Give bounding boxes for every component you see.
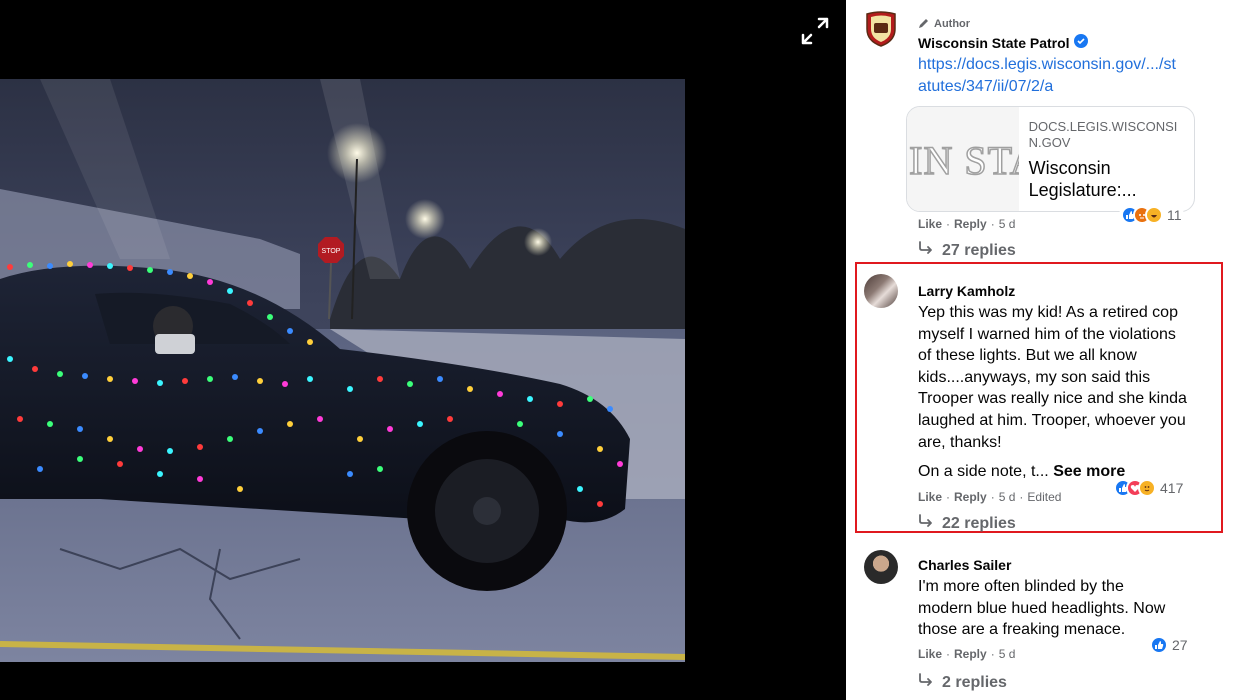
comment-actions: Like · Reply · 5 d (918, 646, 1016, 662)
comments-panel: Author Wisconsin State Patrol https://do… (846, 0, 1239, 700)
comment-text: I'm more often blinded by the modern blu… (918, 578, 1166, 639)
comment-author[interactable]: Larry Kamholz (918, 282, 1188, 300)
edited-label[interactable]: Edited (1027, 489, 1061, 505)
like-button[interactable]: Like (918, 646, 942, 662)
link-preview-domain: DOCS.LEGIS.WISCONSIN.GOV (1028, 119, 1178, 150)
avatar[interactable] (864, 550, 898, 584)
reply-button[interactable]: Reply (954, 216, 987, 232)
reaction-count: 417 (1160, 480, 1184, 496)
comment-actions: Like · Reply · 5 d (918, 216, 1016, 232)
expand-arrows-icon[interactable] (800, 16, 830, 46)
comment-body: Larry Kamholz Yep this was my kid! As a … (918, 282, 1188, 483)
comment-larry-kamholz: Larry Kamholz Yep this was my kid! As a … (846, 262, 1239, 534)
statute-link[interactable]: https://docs.legis.wisconsin.gov/.../sta… (918, 54, 1180, 97)
like-button[interactable]: Like (918, 216, 942, 232)
reaction-summary[interactable]: 11 (1119, 205, 1184, 225)
care-reaction-icon (1138, 479, 1156, 497)
reply-button[interactable]: Reply (954, 489, 987, 505)
reply-arrow-icon (918, 241, 934, 260)
comment-charles-sailer: Charles Sailer I'm more often blinded by… (846, 546, 1239, 700)
view-replies-link[interactable]: 27 replies (918, 241, 1016, 260)
link-preview-card[interactable]: SIN STA DOCS.LEGIS.WISCONSIN.GOV Wiscons… (906, 106, 1195, 212)
comment-author[interactable]: Wisconsin State Patrol (918, 34, 1188, 52)
comment-body: Charles Sailer I'm more often blinded by… (918, 556, 1188, 641)
author-badge: Author (918, 16, 1188, 32)
comment-wisconsin-state-patrol: Author Wisconsin State Patrol https://do… (846, 8, 1239, 263)
reaction-count: 11 (1167, 207, 1182, 223)
comment-timestamp[interactable]: 5 d (999, 489, 1016, 505)
comment-timestamp[interactable]: 5 d (999, 646, 1016, 662)
link-preview-title: Wisconsin Legislature:... (1028, 158, 1137, 200)
view-replies-link[interactable]: 2 replies (918, 673, 1007, 692)
avatar[interactable] (864, 274, 898, 308)
wsp-badge-avatar[interactable] (864, 11, 898, 47)
comment-text: Yep this was my kid! As a retired cop my… (918, 304, 1187, 451)
reply-arrow-icon (918, 514, 934, 533)
media-viewer: STOP (0, 0, 846, 700)
like-button[interactable]: Like (918, 489, 942, 505)
svg-text:STOP: STOP (322, 248, 341, 255)
haha-reaction-icon (1145, 206, 1163, 224)
verified-badge-icon (1073, 34, 1088, 52)
comment-body: Author Wisconsin State Patrol https://do… (918, 16, 1188, 97)
comment-actions: Like · Reply · 5 d · Edited (918, 489, 1062, 505)
comment-timestamp[interactable]: 5 d (999, 216, 1016, 232)
link-preview-info: DOCS.LEGIS.WISCONSIN.GOV Wisconsin Legis… (1019, 107, 1194, 211)
reply-arrow-icon (918, 673, 934, 692)
pencil-icon (918, 17, 930, 32)
view-replies-link[interactable]: 22 replies (918, 514, 1016, 533)
comment-author[interactable]: Charles Sailer (918, 556, 1188, 574)
like-reaction-icon (1150, 636, 1168, 654)
post-photo[interactable]: STOP (0, 79, 685, 662)
see-more-link[interactable]: See more (1053, 463, 1125, 480)
reaction-summary[interactable]: 27 (1148, 635, 1190, 655)
link-preview-image: SIN STA (907, 107, 1019, 211)
reply-button[interactable]: Reply (954, 646, 987, 662)
reaction-summary[interactable]: 417 (1112, 478, 1186, 498)
reaction-count: 27 (1172, 637, 1188, 653)
